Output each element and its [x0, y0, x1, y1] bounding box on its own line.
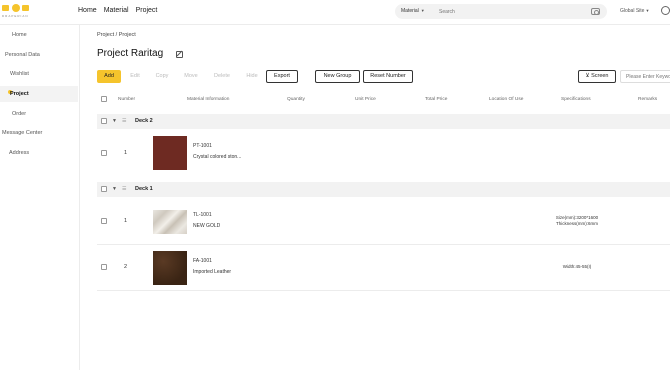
select-all-checkbox[interactable] — [101, 96, 107, 102]
sidebar-item-order[interactable]: Order — [0, 106, 78, 122]
material-name[interactable]: NEW GOLD — [193, 223, 220, 229]
column-header-total-price: Total Price — [425, 97, 448, 102]
material-name[interactable]: Crystal colored ston... — [193, 154, 241, 160]
row-number: 1 — [124, 150, 128, 156]
logo-wordmark: DRAPERIAN — [2, 14, 29, 18]
table-row[interactable]: 1 PT-1001 Crystal colored ston... — [97, 134, 670, 174]
logo-mark — [2, 4, 30, 12]
keyword-filter-input[interactable] — [620, 70, 670, 83]
settings-icon[interactable] — [661, 6, 670, 15]
global-site-label: Global Site — [620, 8, 645, 14]
material-code: FA-1001 — [193, 258, 212, 264]
table-header: Number Material Information Quantity Uni… — [97, 92, 670, 108]
row-number: 1 — [124, 218, 128, 224]
filter-icon: ⊻ — [585, 73, 590, 79]
sidebar-item-label: Wishlist — [10, 71, 29, 77]
brand-logo[interactable]: DRAPERIAN — [2, 4, 32, 20]
column-header-quantity: Quantity — [287, 97, 305, 102]
column-header-unit-price: Unit Price — [355, 97, 376, 102]
search-input[interactable] — [439, 7, 579, 16]
material-code: PT-1001 — [193, 143, 212, 149]
row-number: 2 — [124, 264, 128, 270]
chevron-down-icon: ▼ — [420, 8, 425, 13]
nav-project[interactable]: Project — [136, 7, 158, 14]
hide-button[interactable]: Hide — [243, 70, 261, 83]
material-name[interactable]: Imported Leather — [193, 269, 231, 275]
camera-icon[interactable] — [591, 8, 600, 15]
group-name: Deck 2 — [135, 118, 153, 124]
table-row[interactable]: 2 FA-1001 Imported Leather Width:45-55(I… — [97, 248, 670, 288]
group-row: ▼ ☰ Deck 1 — [97, 182, 670, 197]
row-divider — [97, 290, 670, 291]
table-row[interactable]: 1 TL-1001 NEW GOLD Size(mm):3200*1600 Th… — [97, 202, 670, 242]
row-divider — [97, 244, 670, 245]
screen-button[interactable]: ⊻ Screen — [578, 70, 616, 83]
delete-button[interactable]: Delete — [210, 70, 234, 83]
sidebar-item-personal-data[interactable]: Personal Data — [0, 47, 78, 63]
material-thumbnail[interactable] — [153, 210, 187, 234]
drag-handle-icon[interactable]: ☰ — [122, 118, 126, 124]
sidebar-item-home[interactable]: Home — [0, 27, 78, 43]
sidebar-item-label: Address — [9, 150, 30, 156]
column-header-remarks: Remarks — [638, 97, 658, 102]
search-category-label: Material — [401, 8, 419, 14]
global-site-select[interactable]: Global Site▼ — [620, 8, 649, 14]
edit-icon[interactable] — [176, 51, 183, 58]
material-specifications: Size(mm):3200*1600 Thickness(mm):6mm — [555, 215, 599, 226]
column-header-location-of-use: Location Of Use — [489, 97, 524, 102]
sidebar-item-message-center[interactable]: Message Center — [0, 125, 78, 141]
sidebar-item-label: Order — [12, 111, 27, 117]
row-checkbox[interactable] — [101, 264, 107, 270]
nav-material[interactable]: Material — [104, 7, 129, 14]
nav-home[interactable]: Home — [78, 7, 97, 14]
group-checkbox[interactable] — [101, 118, 107, 124]
column-header-specifications: Specifications — [561, 97, 591, 102]
sidebar-item-project[interactable]: Project — [0, 86, 78, 102]
export-button[interactable]: Export — [266, 70, 298, 83]
row-checkbox[interactable] — [101, 150, 107, 156]
breadcrumb[interactable]: Project / Project — [97, 32, 136, 38]
material-thumbnail[interactable] — [153, 136, 187, 170]
copy-button[interactable]: Copy — [152, 70, 172, 83]
add-button[interactable]: Add — [97, 70, 121, 83]
sidebar-item-wishlist[interactable]: Wishlist — [0, 66, 78, 82]
new-group-button[interactable]: New Group — [315, 70, 360, 83]
column-header-number: Number — [118, 97, 136, 102]
chevron-down-icon[interactable]: ▼ — [112, 186, 117, 192]
sidebar-item-label: Message Center — [2, 130, 43, 136]
sidebar-item-label: Home — [12, 32, 27, 38]
chevron-down-icon[interactable]: ▼ — [112, 118, 117, 124]
group-name: Deck 1 — [135, 186, 153, 192]
group-row: ▼ ☰ Deck 2 — [97, 114, 670, 129]
row-checkbox[interactable] — [101, 218, 107, 224]
sidebar-item-label: Project — [10, 91, 29, 97]
drag-handle-icon[interactable]: ☰ — [122, 186, 126, 192]
material-code: TL-1001 — [193, 212, 212, 218]
chevron-down-icon: ▼ — [645, 8, 650, 13]
screen-button-label: Screen — [591, 73, 609, 79]
sidebar: Home Personal Data Wishlist Project Orde… — [0, 25, 80, 370]
search-bar: Material ▼ — [395, 4, 607, 19]
move-button[interactable]: Move — [181, 70, 201, 83]
sidebar-item-label: Personal Data — [5, 52, 40, 58]
sidebar-item-address[interactable]: Address — [0, 145, 78, 161]
page-title: Project Raritag — [97, 48, 164, 59]
material-specifications: Width:45-55(I) — [562, 264, 592, 269]
group-checkbox[interactable] — [101, 186, 107, 192]
search-category-select[interactable]: Material ▼ — [401, 8, 425, 14]
top-bar: DRAPERIAN Home Material Project Material… — [0, 0, 670, 25]
edit-button[interactable]: Edit — [126, 70, 144, 83]
column-header-material-information: Material Information — [187, 97, 230, 102]
reset-number-button[interactable]: Reset Number — [363, 70, 413, 83]
main-nav: Home Material Project — [78, 7, 157, 14]
material-thumbnail[interactable] — [153, 251, 187, 285]
